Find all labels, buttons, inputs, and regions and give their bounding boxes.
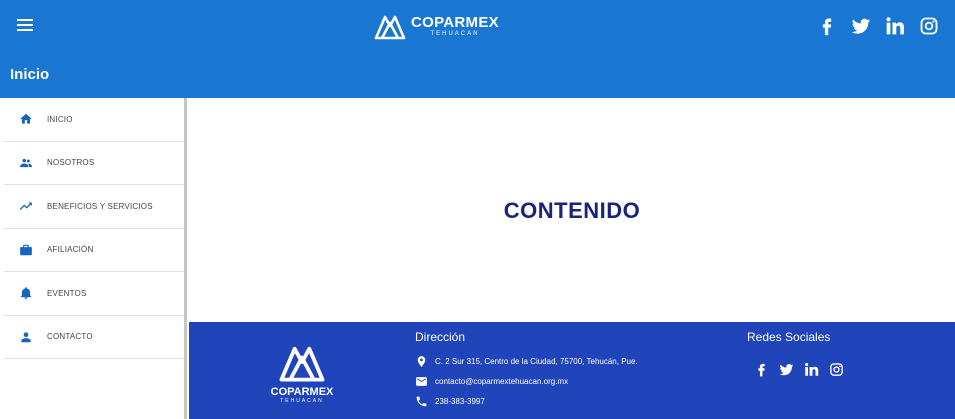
hamburger-line [17, 24, 33, 26]
hamburger-line [17, 19, 33, 21]
people-icon [18, 155, 34, 171]
facebook-icon[interactable] [754, 362, 769, 377]
footer-logo[interactable]: COPARMEX TEHUACAN [267, 340, 337, 404]
sidebar-item-label: NOSOTROS [47, 158, 95, 168]
sidebar-nav: INICIO NOSOTROS BENEFICIOS Y SERVICIOS A… [0, 98, 187, 419]
linkedin-icon[interactable] [804, 362, 819, 377]
phone-text: 238-383-3997 [435, 397, 485, 406]
sidebar-item-label: CONTACTO [47, 332, 93, 342]
page-title: Inicio [10, 66, 50, 83]
instagram-icon[interactable] [829, 362, 844, 377]
menu-button[interactable] [15, 16, 35, 36]
brand-subtitle: TEHUACAN [430, 30, 480, 37]
twitter-icon[interactable] [779, 362, 794, 377]
phone-icon [416, 396, 427, 407]
sidebar-item-eventos[interactable]: EVENTOS [4, 272, 184, 316]
footer: COPARMEX TEHUACAN Dirección C. 2 Sur 315… [189, 322, 955, 419]
person-icon [18, 329, 34, 345]
home-icon [18, 111, 34, 127]
sidebar-item-label: BENEFICIOS Y SERVICIOS [47, 201, 153, 211]
phone-row: 238-383-3997 [415, 395, 485, 408]
bell-icon [18, 285, 34, 301]
brand-name: COPARMEX [411, 13, 499, 31]
header-social-links [817, 16, 939, 36]
sidebar-item-label: INICIO [47, 114, 73, 124]
email-row: contacto@coparmextehuacan.org.mx [415, 375, 568, 388]
address-heading: Dirección [415, 330, 466, 344]
address-text: C. 2 Sur 315, Centro de la Ciudad, 75700… [435, 357, 638, 366]
page-title-bar: Inicio [0, 52, 955, 98]
sidebar-item-label: EVENTOS [47, 288, 87, 298]
social-heading: Redes Sociales [747, 330, 831, 344]
sidebar-item-inicio[interactable]: INICIO [4, 98, 184, 142]
location-pin-icon [417, 356, 426, 367]
trending-up-icon [18, 198, 34, 214]
sidebar-item-nosotros[interactable]: NOSOTROS [4, 142, 184, 185]
address-row: C. 2 Sur 315, Centro de la Ciudad, 75700… [415, 355, 638, 368]
footer-social-links [754, 362, 844, 377]
top-app-bar: COPARMEX TEHUACAN [0, 0, 955, 52]
twitter-icon[interactable] [851, 16, 871, 36]
footer-brand-subtitle: TEHUACAN [280, 398, 324, 404]
facebook-icon[interactable] [817, 16, 837, 36]
sidebar-item-afiliacion[interactable]: AFILIACIÓN [4, 229, 184, 272]
hamburger-line [17, 29, 33, 31]
email-link[interactable]: contacto@coparmextehuacan.org.mx [435, 377, 568, 386]
mail-icon [416, 377, 427, 386]
content-placeholder: CONTENIDO [503, 198, 641, 223]
footer-brand-name: COPARMEX [270, 386, 334, 398]
sidebar-item-beneficios[interactable]: BENEFICIOS Y SERVICIOS [4, 185, 184, 229]
coparmex-logo-icon [374, 15, 406, 40]
brand-logo[interactable]: COPARMEX TEHUACAN [373, 10, 499, 42]
sidebar-item-contacto[interactable]: CONTACTO [4, 316, 184, 359]
coparmex-logo-icon [279, 346, 325, 382]
main-content: CONTENIDO [189, 100, 955, 322]
briefcase-icon [18, 242, 34, 258]
sidebar-item-label: AFILIACIÓN [47, 245, 94, 255]
linkedin-icon[interactable] [885, 16, 905, 36]
instagram-icon[interactable] [919, 16, 939, 36]
